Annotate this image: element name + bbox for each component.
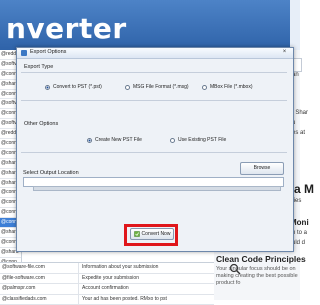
dialog-titlebar[interactable]: Export Options × — [17, 48, 293, 59]
radio-button[interactable] — [125, 85, 130, 90]
table-cell-from: @file-software.com — [0, 274, 79, 284]
export-options-dialog: Export Options × Export Type Convert to … — [16, 47, 294, 252]
radio-label: MSG File Format (*.msg) — [133, 84, 189, 90]
table-cell-subject: Expedite your submission — [79, 274, 214, 284]
radio-button[interactable] — [87, 138, 92, 143]
app-logo-icon — [21, 50, 27, 56]
table-row[interactable]: @file-software.com Expedite your submiss… — [0, 274, 214, 285]
other-options-label: Other Options — [24, 121, 58, 127]
app-title: nverter — [6, 12, 127, 45]
panel-text: I Shar — [292, 110, 308, 116]
convert-now-button[interactable]: Convert Now — [130, 228, 174, 240]
table-cell-from: @classifiedads.com — [0, 295, 79, 305]
convert-label: Convert Now — [142, 231, 171, 237]
table-cell-from: @palmspr.com — [0, 284, 79, 294]
table-cell-from: @software-file.com — [0, 263, 79, 273]
message-table: @software-file.com Information about you… — [0, 262, 214, 301]
article-text: Your singular focus should be on making … — [216, 266, 300, 287]
divider — [21, 100, 287, 101]
radio-button[interactable] — [202, 85, 207, 90]
table-cell-subject: Information about your submission — [79, 263, 214, 273]
radio-msg-format[interactable]: MSG File Format (*.msg) — [125, 84, 189, 90]
article-title: Clean Code Principles — [216, 254, 306, 264]
convert-icon — [134, 231, 140, 237]
dialog-title: Export Options — [30, 49, 66, 55]
radio-label: Use Existing PST File — [178, 137, 226, 143]
divider — [21, 72, 287, 73]
divider — [21, 152, 287, 153]
close-button[interactable]: × — [280, 49, 289, 56]
progress-bar — [33, 186, 281, 191]
table-cell-subject: Your ad has been posted. RMxo to pst — [79, 295, 214, 305]
header-strip — [290, 0, 300, 50]
output-location-label: Select Output Location — [23, 170, 79, 176]
table-row[interactable]: @software-file.com Information about you… — [0, 263, 214, 274]
radio-create-new-pst[interactable]: Create New PST File — [87, 137, 142, 143]
table-cell-subject: Account confirmation — [79, 284, 214, 294]
radio-use-existing-pst[interactable]: Use Existing PST File — [170, 137, 226, 143]
panel-text: n to a — [292, 230, 307, 236]
radio-button[interactable] — [170, 138, 175, 143]
radio-mbox-file[interactable]: MBox File (*.mbox) — [202, 84, 253, 90]
browse-button[interactable]: Browse — [240, 162, 284, 175]
export-type-label: Export Type — [24, 64, 53, 70]
app-header: nverter — [0, 0, 300, 50]
radio-convert-pst[interactable]: Convert to PST (*.pst) — [45, 84, 102, 90]
radio-label: Create New PST File — [95, 137, 142, 143]
table-row[interactable]: @palmspr.com Account confirmation — [0, 284, 214, 295]
radio-label: Convert to PST (*.pst) — [53, 84, 102, 90]
radio-label: MBox File (*.mbox) — [210, 84, 253, 90]
radio-button[interactable] — [45, 85, 50, 90]
